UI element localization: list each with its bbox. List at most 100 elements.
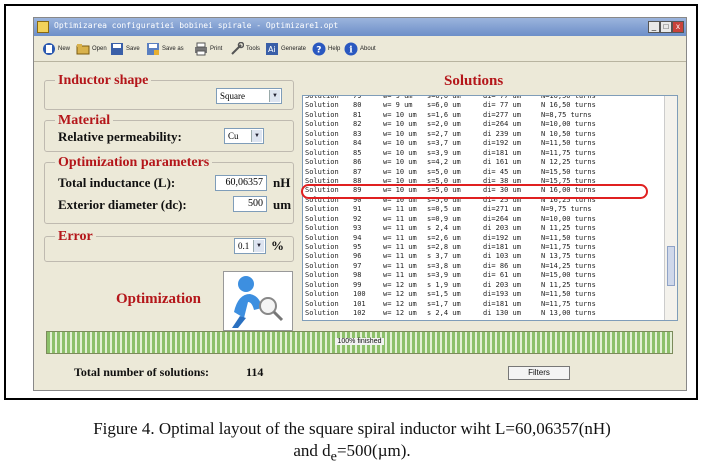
- table-row[interactable]: Solution 97 w= 11 um s=3,8 um di= 86 um N=14,…: [303, 262, 663, 271]
- material-select-value: Cu: [228, 131, 239, 141]
- print-button[interactable]: Print: [194, 41, 222, 57]
- total-solutions-label: Total number of solutions:: [74, 365, 210, 379]
- solution-di-cell: di=181 um: [483, 148, 521, 157]
- solution-n-cell: 101: [353, 299, 366, 308]
- table-row[interactable]: Solution 83 w= 10 um s=2,7 um di 239 um N 10,…: [303, 130, 663, 139]
- solution-w-cell: w= 11 um: [383, 224, 417, 233]
- solution-s-cell: s=3,9 um: [427, 271, 461, 280]
- diameter-input[interactable]: 500: [233, 196, 267, 212]
- table-row[interactable]: Solution 87 w= 10 um s=5,0 um di= 45 um N=15,…: [303, 168, 663, 177]
- figure-frame: Optimizarea configuratiei bobinei spiral…: [4, 4, 698, 400]
- table-row[interactable]: Solution 84 w= 10 um s=3,7 um di=192 um N=11,…: [303, 139, 663, 148]
- toolbar: New Open Save Save as Print Tools Ai Gen…: [34, 37, 686, 62]
- optimization-parameters-group: Optimization parameters: [44, 155, 294, 224]
- minimize-button[interactable]: _: [648, 21, 660, 33]
- solution-di-cell: di=264 um: [483, 214, 521, 223]
- table-row[interactable]: Solution 93 w= 11 um s 2,4 um di 203 um N 11,…: [303, 224, 663, 233]
- info-icon: i: [344, 42, 358, 56]
- open-label: Open: [92, 46, 107, 52]
- table-row[interactable]: Solution 91 w= 11 um s=0,5 um di=271 um N=9,7…: [303, 205, 663, 214]
- caption-line-1: Figure 4. Optimal layout of the square s…: [93, 419, 611, 438]
- tools-label: Tools: [246, 46, 261, 52]
- error-select[interactable]: 0.1 ▼: [234, 238, 266, 254]
- new-button[interactable]: New: [42, 41, 70, 57]
- solution-N-cell: N=11,50 turns: [541, 290, 596, 299]
- solution-s-cell: s=3,9 um: [427, 148, 461, 157]
- close-button[interactable]: x: [672, 21, 684, 33]
- save-button[interactable]: Save: [110, 41, 140, 57]
- solution-n-cell: 92: [353, 214, 362, 223]
- table-row[interactable]: Solution 92 w= 11 um s=0,9 um di=264 um N=10,…: [303, 215, 663, 224]
- solution-name-cell: Solution: [305, 224, 339, 233]
- solution-di-cell: di 203 um: [483, 224, 521, 233]
- table-row[interactable]: Solution 95 w= 11 um s=2,8 um di=181 um N=11,…: [303, 243, 663, 252]
- table-row[interactable]: Solution 102 w= 12 um s 2,4 um di 130 um N 13…: [303, 309, 663, 318]
- solution-s-cell: s=2,6 um: [427, 233, 461, 242]
- solution-w-cell: w= 11 um: [383, 252, 417, 261]
- solution-N-cell: N=8,75 turns: [541, 110, 592, 119]
- help-button[interactable]: ? Help: [312, 41, 340, 57]
- table-row[interactable]: Solution 94 w= 11 um s=2,6 um di=192 um N=11,…: [303, 234, 663, 243]
- title-bar[interactable]: Optimizarea configuratiei bobinei spiral…: [34, 18, 686, 36]
- table-row[interactable]: Solution 86 w= 10 um s=4,2 um di 161 um N 12,…: [303, 158, 663, 167]
- solution-s-cell: s=2,8 um: [427, 243, 461, 251]
- optimization-button[interactable]: [223, 271, 293, 331]
- material-select[interactable]: Cu ▼: [224, 128, 264, 144]
- scrollbar-thumb[interactable]: [667, 246, 675, 286]
- svg-text:?: ?: [316, 46, 321, 56]
- solution-w-cell: w= 11 um: [383, 233, 417, 242]
- solution-N-cell: N 11,25 turns: [541, 280, 596, 289]
- permeability-label: Relative permeability:: [58, 129, 182, 144]
- solution-name-cell: Solution: [305, 271, 339, 280]
- save-as-button[interactable]: Save as: [146, 41, 184, 57]
- table-row[interactable]: Solution 101 w= 12 um s=1,7 um di=181 um N=11…: [303, 300, 663, 309]
- save-as-label: Save as: [162, 46, 184, 52]
- solution-w-cell: w= 9 um: [383, 101, 413, 110]
- tools-button[interactable]: Tools: [230, 41, 260, 57]
- help-icon: ?: [312, 42, 326, 56]
- solution-N-cell: N 11,25 turns: [541, 224, 596, 233]
- solution-s-cell: s=3,7 um: [427, 139, 461, 148]
- solution-name-cell: Solution: [305, 290, 339, 299]
- about-button[interactable]: i About: [344, 41, 376, 57]
- solution-N-cell: N=11,75 turns: [541, 243, 596, 251]
- table-row[interactable]: Solution 99 w= 12 um s 1,9 um di 203 um N 11,…: [303, 281, 663, 290]
- solution-s-cell: s=0,5 um: [427, 205, 461, 214]
- generate-button[interactable]: Ai Generate: [265, 41, 306, 57]
- table-row[interactable]: Solution 85 w= 10 um s=3,9 um di=181 um N=11,…: [303, 149, 663, 158]
- solution-di-cell: di 103 um: [483, 252, 521, 261]
- open-button[interactable]: Open: [76, 41, 107, 57]
- solution-s-cell: s 3,7 um: [427, 252, 461, 261]
- table-row[interactable]: Solution 98 w= 11 um s=3,9 um di= 61 um N=15,…: [303, 271, 663, 280]
- error-unit: %: [271, 238, 284, 253]
- table-row[interactable]: Solution 100 w= 12 um s=1,5 um di=193 um N=11…: [303, 290, 663, 299]
- inductance-input[interactable]: 60,06357: [215, 175, 267, 191]
- solution-N-cell: N=10,00 turns: [541, 120, 596, 129]
- table-row[interactable]: Solution 82 w= 10 um s=2,0 um di=264 um N=10,…: [303, 120, 663, 129]
- filters-button[interactable]: Filters: [508, 366, 570, 380]
- solution-w-cell: w= 12 um: [383, 299, 417, 308]
- solution-w-cell: w= 10 um: [383, 129, 417, 138]
- chevron-down-icon: ▼: [251, 130, 262, 142]
- solution-w-cell: w= 10 um: [383, 120, 417, 129]
- solutions-list[interactable]: Solution 79 w= 9 um s=6,0 um di= 77 um N=16,5…: [302, 95, 678, 321]
- solution-w-cell: w= 10 um: [383, 110, 417, 119]
- shape-select[interactable]: Square ▼: [216, 88, 282, 104]
- table-row[interactable]: Solution 80 w= 9 um s=6,0 um di= 77 um N 16,5…: [303, 101, 663, 110]
- solutions-scrollbar[interactable]: [664, 96, 677, 320]
- solution-s-cell: s=1,5 um: [427, 290, 461, 299]
- printer-icon: [195, 42, 207, 56]
- table-row[interactable]: Solution 96 w= 11 um s 3,7 um di 103 um N 13,…: [303, 252, 663, 261]
- person-magnifier-icon: [232, 276, 284, 328]
- table-row[interactable]: Solution 81 w= 10 um s=1,6 um di=277 um N=8,7…: [303, 111, 663, 120]
- solution-w-cell: w= 12 um: [383, 309, 417, 318]
- solution-name-cell: Solution: [305, 261, 339, 270]
- solution-di-cell: di=193 um: [483, 290, 521, 299]
- maximize-button[interactable]: □: [660, 21, 672, 33]
- solution-n-cell: 91: [353, 205, 362, 214]
- solution-name-cell: Solution: [305, 233, 339, 242]
- error-title: Error: [55, 229, 96, 245]
- solution-N-cell: N 10,50 turns: [541, 129, 596, 138]
- wrench-icon: [231, 42, 244, 55]
- solution-name-cell: Solution: [305, 110, 339, 119]
